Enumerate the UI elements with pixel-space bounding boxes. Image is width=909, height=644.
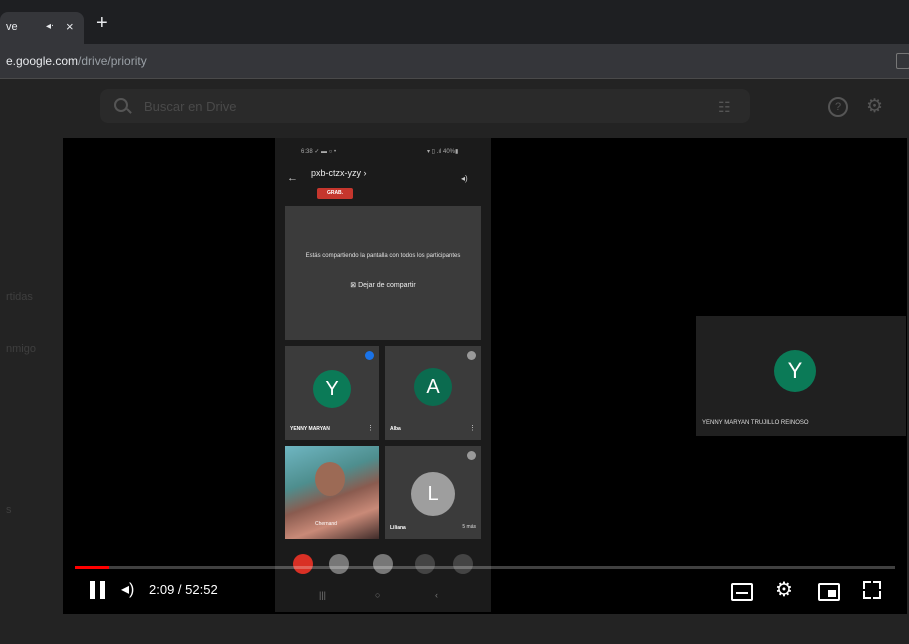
participant-name: Chernand: [315, 521, 337, 527]
status-bar-left: 6:38 ✓ ▬ ○ •: [301, 149, 337, 155]
url-host: e.google.com: [6, 54, 79, 68]
phone-screen: 6:38 ✓ ▬ ○ • ▾ ▯ .ıl 40%▮ ← pxb-ctzx-yzy…: [275, 138, 491, 612]
more-icon: ⋮: [367, 425, 374, 432]
miniplayer-icon[interactable]: [818, 583, 840, 601]
close-icon[interactable]: ×: [66, 19, 74, 34]
browser-tab-bar: ve ◂ᐧ × +: [0, 0, 909, 44]
participant-tile: A Alba ⋮: [385, 346, 481, 440]
corner-icon: [863, 581, 871, 589]
volume-icon[interactable]: ◂): [121, 579, 134, 599]
search-icon: [114, 98, 128, 112]
sidebar-item-partial[interactable]: s: [6, 504, 12, 516]
stop-sharing-button: ⊠ Dejar de compartir: [350, 282, 416, 289]
pause-button[interactable]: [90, 581, 106, 599]
video-side-area: [696, 138, 907, 314]
participant-face: [315, 462, 345, 496]
search-placeholder: Buscar en Drive: [144, 99, 237, 114]
back-arrow-icon: ←: [287, 172, 298, 184]
recents-icon: |||: [319, 590, 327, 600]
mic-off-icon: [373, 554, 393, 574]
screen-share-card: Estás compartiendo la pantalla con todos…: [285, 206, 481, 340]
avatar: Y: [774, 350, 816, 392]
home-icon: ○: [375, 590, 381, 600]
participant-name: Liliana: [390, 525, 406, 531]
avatar: Y: [313, 370, 351, 408]
speaker-icon: ◂): [461, 174, 468, 183]
sidebar-item-with-me[interactable]: nmigo: [6, 343, 36, 355]
corner-icon: [873, 591, 881, 599]
participant-video: Chernand: [285, 446, 379, 539]
call-controls: [285, 550, 481, 578]
back-icon: ‹: [435, 590, 438, 600]
progress-fill: [75, 566, 109, 569]
raise-hand-icon: [415, 554, 435, 574]
pause-icon: [100, 581, 105, 599]
participant-name: YENNY MARYAN TRUJILLO REINOSO: [702, 420, 809, 426]
hang-up-icon: [293, 554, 313, 574]
search-bar[interactable]: Buscar en Drive: [100, 89, 750, 123]
speaker-icon[interactable]: ◂ᐧ: [46, 21, 54, 32]
settings-gear-icon[interactable]: ⚙: [775, 577, 793, 602]
url-path: /drive/priority: [78, 54, 147, 68]
participant-name: Alba: [390, 426, 401, 432]
gear-icon[interactable]: ⚙: [866, 95, 883, 118]
recording-badge: GRAB.: [317, 188, 353, 199]
pause-icon: [90, 581, 95, 599]
help-icon[interactable]: ?: [828, 97, 848, 117]
browser-tab[interactable]: ve ◂ᐧ ×: [0, 12, 84, 44]
more-icon: [453, 554, 473, 574]
avatar: L: [411, 472, 455, 516]
address-bar[interactable]: e.google.com/drive/priority: [0, 44, 909, 79]
mic-off-icon: [467, 351, 476, 360]
share-message: Estás compartiendo la pantalla con todos…: [305, 253, 461, 259]
url-text[interactable]: e.google.com/drive/priority: [6, 54, 147, 68]
new-tab-button[interactable]: +: [96, 13, 108, 33]
fullscreen-icon[interactable]: [863, 581, 881, 599]
tune-icon[interactable]: ☷: [718, 99, 731, 116]
mic-off-icon: [467, 451, 476, 460]
participant-tile: L Liliana 5 más: [385, 446, 481, 539]
sidebar-item-shared[interactable]: rtidas: [6, 291, 33, 303]
corner-icon: [873, 581, 881, 589]
more-icon: ⋮: [469, 425, 476, 432]
tab-title: ve: [6, 21, 18, 33]
participant-name: YENNY MARYAN: [290, 426, 330, 432]
participant-tile: Y YENNY MARYAN ⋮: [285, 346, 379, 440]
time-display: 2:09 / 52:52: [149, 582, 218, 597]
more-participants: 5 más: [462, 524, 476, 530]
camera-off-icon: [329, 554, 349, 574]
subtitles-icon[interactable]: [731, 583, 753, 601]
progress-bar[interactable]: [75, 566, 895, 569]
meeting-code: pxb-ctzx-yzy ›: [311, 168, 367, 178]
corner-icon: [863, 591, 871, 599]
participant-tile-large: Y YENNY MARYAN TRUJILLO REINOSO: [696, 316, 906, 436]
status-bar-right: ▾ ▯ .ıl 40%▮: [427, 149, 459, 155]
video-player[interactable]: 6:38 ✓ ▬ ○ • ▾ ▯ .ıl 40%▮ ← pxb-ctzx-yzy…: [63, 138, 907, 614]
speaking-indicator-icon: [365, 351, 374, 360]
avatar: A: [414, 368, 452, 406]
share-icon[interactable]: [896, 53, 909, 69]
